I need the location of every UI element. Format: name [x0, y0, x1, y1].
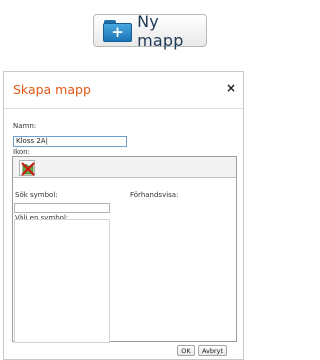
icon-panel: Sök symbol: Förhandsvisa: Välj en symbol…	[12, 156, 237, 343]
preview-label: Förhandsvisa:	[130, 191, 179, 199]
close-icon[interactable]: ×	[225, 81, 237, 95]
dialog-title: Skapa mapp	[13, 82, 91, 97]
search-symbol-input[interactable]	[14, 203, 110, 213]
create-folder-dialog: Skapa mapp × Namn: Kloss 2A| Ikon: Sök s…	[3, 71, 244, 360]
folder-name-input[interactable]: Kloss 2A|	[13, 136, 127, 147]
symbol-area: Sök symbol: Förhandsvisa: Välj en symbol…	[13, 178, 236, 343]
search-symbol-label: Sök symbol:	[15, 191, 58, 199]
new-folder-label: Ny mapp	[137, 11, 184, 50]
new-folder-icon: +	[103, 19, 132, 42]
cancel-button[interactable]: Avbryt	[198, 345, 227, 356]
symbol-list[interactable]	[14, 219, 110, 343]
icon-preview-row	[13, 157, 236, 178]
ok-button[interactable]: OK	[177, 345, 195, 356]
dialog-header: Skapa mapp ×	[4, 72, 243, 109]
no-icon-selected-icon[interactable]	[19, 160, 35, 176]
icon-label: Ikon:	[13, 148, 30, 156]
name-label: Namn:	[13, 122, 37, 130]
new-folder-button[interactable]: + Ny mapp	[93, 11, 207, 50]
